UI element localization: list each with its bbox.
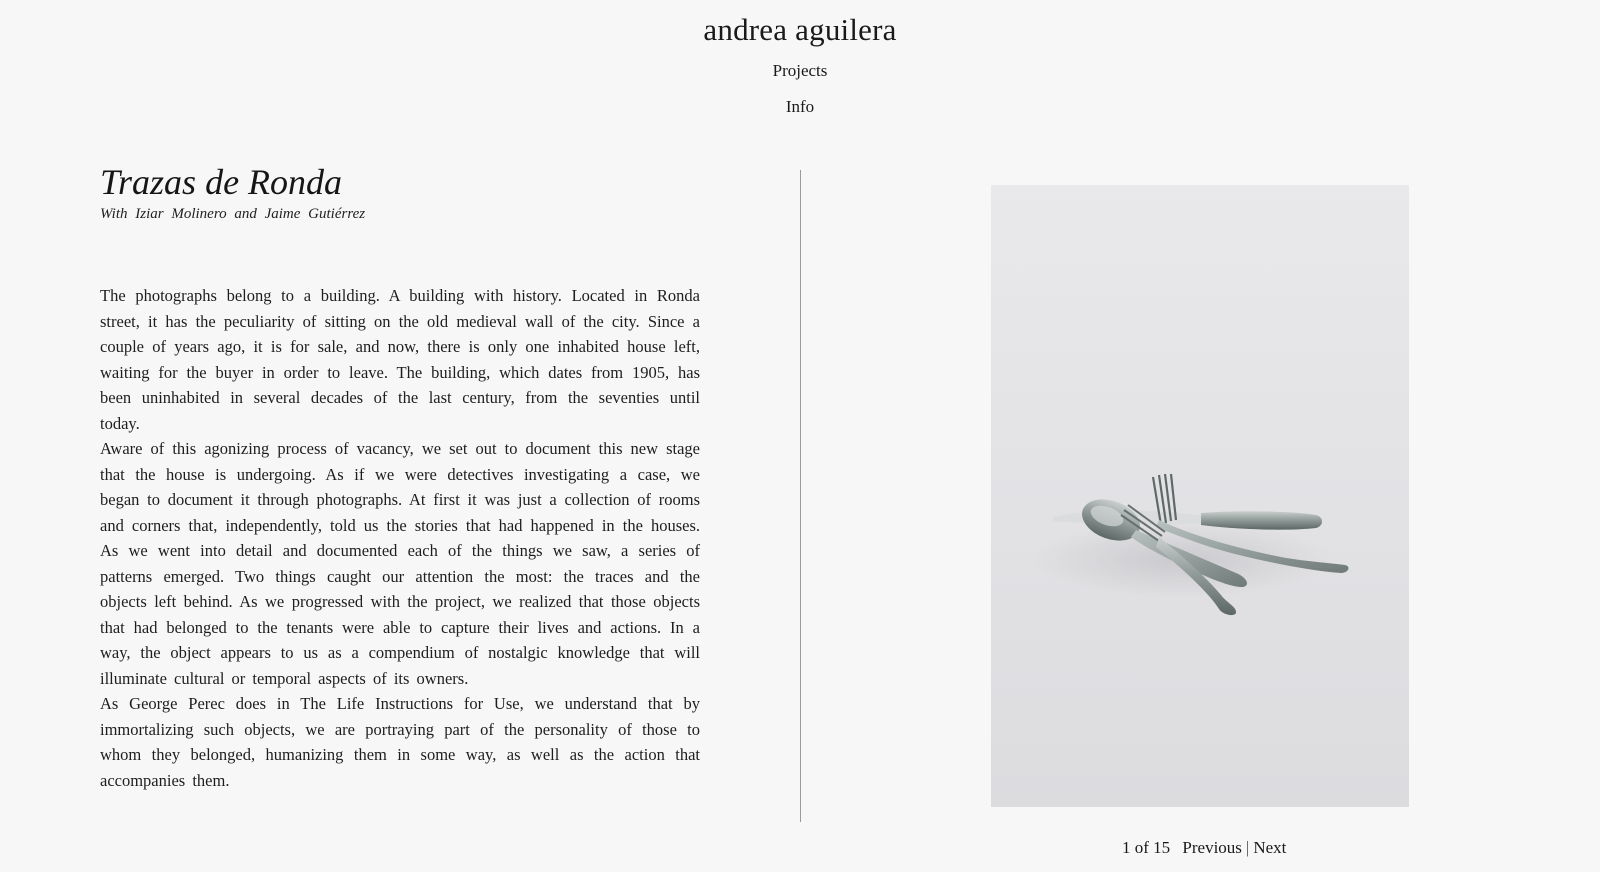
body-paragraph: As George Perec does in The Life Instruc… — [100, 694, 700, 790]
pager-separator: | — [1245, 838, 1250, 857]
column-divider — [800, 170, 801, 822]
previous-link[interactable]: Previous — [1182, 838, 1242, 857]
project-credits: With Iziar Molinero and Jaime Gutiérrez — [100, 206, 366, 222]
cutlery-still-life-image — [1031, 473, 1349, 616]
site-title-link[interactable]: andrea aguilera — [0, 12, 1600, 48]
body-paragraph: Aware of this agonizing process of vacan… — [100, 439, 700, 688]
image-counter: 1 of 15 — [1122, 838, 1171, 857]
gallery-pager: 1 of 15 Previous | Next — [1122, 838, 1286, 858]
project-photo[interactable] — [991, 185, 1409, 807]
project-title: Trazas de Ronda — [100, 162, 343, 202]
next-link[interactable]: Next — [1253, 838, 1286, 857]
nav-projects-link[interactable]: Projects — [0, 61, 1600, 81]
body-paragraph: The photographs belong to a building. A … — [100, 286, 700, 433]
project-body: The photographs belong to a building. A … — [100, 283, 700, 793]
nav-info-link[interactable]: Info — [0, 97, 1600, 117]
project-description: Trazas de Ronda With Iziar Molinero and … — [100, 160, 700, 790]
